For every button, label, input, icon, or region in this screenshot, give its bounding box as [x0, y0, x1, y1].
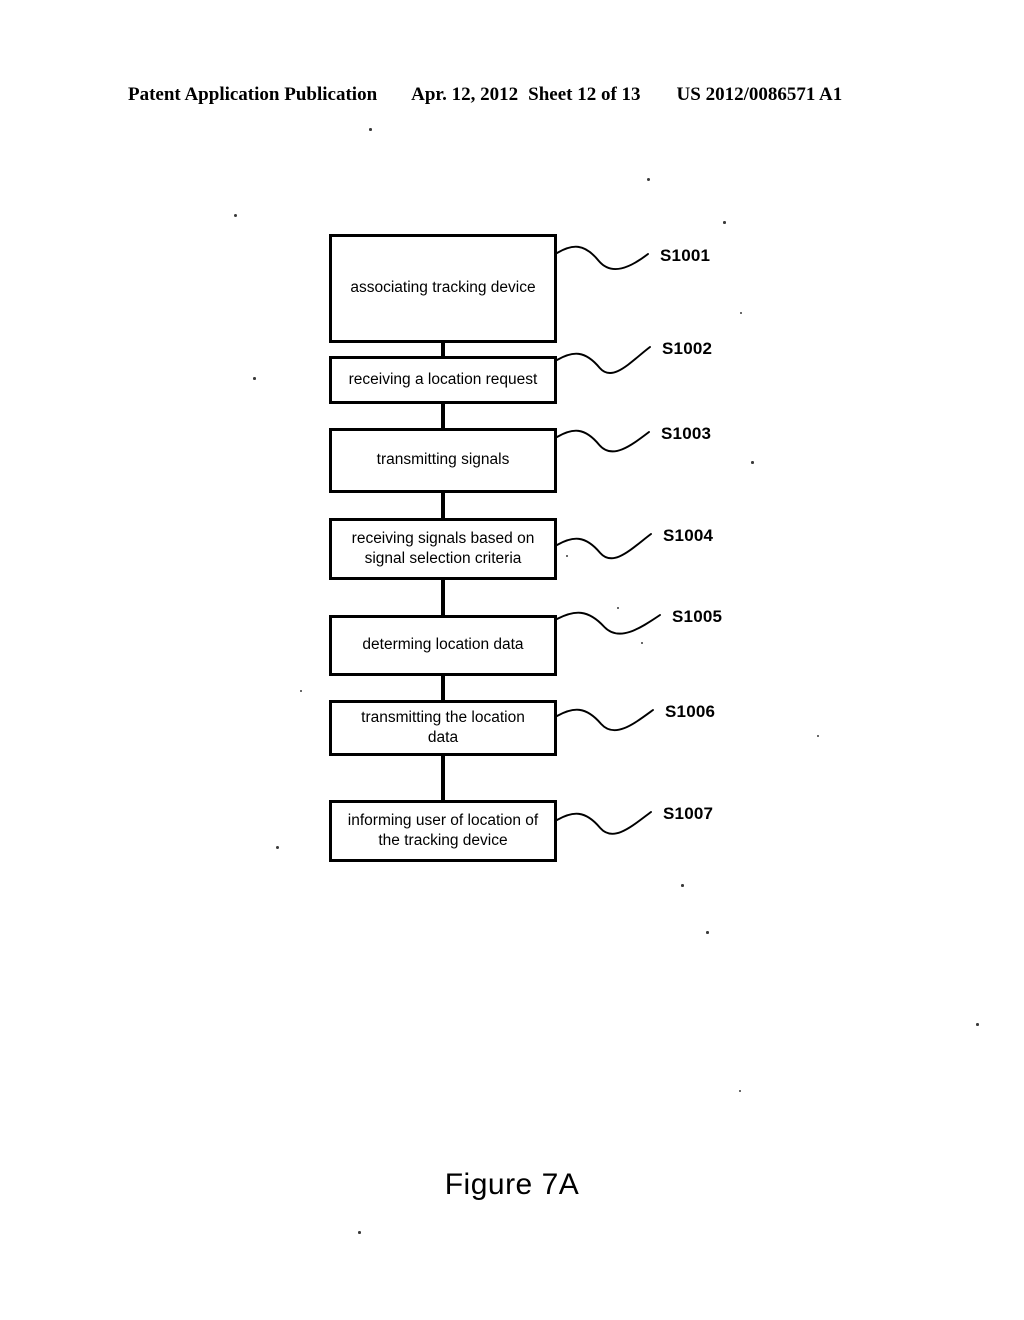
flow-step-label: receiving a location request	[348, 370, 538, 388]
flow-step-box: receiving a location request	[329, 356, 557, 404]
flow-step-box: transmitting the location data	[329, 700, 557, 756]
scan-speckle	[751, 461, 754, 464]
flow-step-label: determing location data	[362, 636, 524, 654]
flow-connector	[441, 676, 445, 700]
flow-step-box: informing user of location of the tracki…	[329, 800, 557, 862]
scan-speckle	[617, 607, 619, 609]
scan-speckle	[566, 555, 568, 557]
flow-leader-line	[557, 811, 652, 835]
flow-connector	[441, 493, 445, 518]
flow-step-reference: S1001	[660, 246, 711, 265]
flow-leader-line	[557, 611, 661, 635]
flow-step-box: determing location data	[329, 615, 557, 676]
flow-connector	[441, 404, 445, 428]
flow-step-reference: S1004	[663, 526, 714, 545]
figure-caption: Figure 7A	[444, 1168, 580, 1201]
scan-speckle	[641, 642, 643, 644]
flow-leader-line	[557, 346, 651, 374]
scan-speckle	[706, 931, 709, 934]
flow-step-label: associating tracking device	[350, 279, 536, 297]
flow-leader-line	[557, 708, 654, 732]
scan-speckle	[817, 735, 819, 737]
scan-speckle	[740, 312, 742, 314]
flow-step-box: receiving signals based on signal select…	[329, 518, 557, 580]
flow-step-reference: S1002	[662, 339, 713, 358]
flow-leader-line	[557, 533, 652, 560]
flow-leader-line	[557, 245, 649, 271]
flow-step-box: transmitting signals	[329, 428, 557, 493]
scan-speckle	[739, 1090, 741, 1092]
scan-speckle	[276, 846, 279, 849]
scan-speckle	[300, 690, 302, 692]
scan-speckle	[369, 128, 372, 131]
scan-speckle	[647, 178, 650, 181]
flow-connector	[441, 756, 445, 800]
flow-step-box: associating tracking device	[329, 234, 557, 343]
flow-step-reference: S1005	[672, 607, 723, 626]
scan-speckle	[358, 1231, 361, 1234]
flow-step-label: informing user of location of the tracki…	[347, 811, 539, 849]
scan-speckle	[253, 377, 256, 380]
flow-step-reference: S1007	[663, 804, 714, 823]
scan-speckle	[681, 884, 684, 887]
scan-speckle	[723, 221, 726, 224]
flow-leader-line	[557, 429, 650, 453]
flow-connector	[441, 343, 445, 356]
flow-step-label: receiving signals based on signal select…	[351, 529, 535, 567]
flow-step-reference: S1003	[661, 424, 712, 443]
patent-page: Patent Application Publication Apr. 12, …	[0, 0, 1024, 1320]
flowchart: associating tracking device S1001 receivin…	[0, 0, 1024, 1320]
flow-step-reference: S1006	[665, 702, 716, 721]
flow-step-label: transmitting signals	[376, 451, 510, 469]
scan-speckle	[234, 214, 237, 217]
flow-step-label: transmitting the location data	[361, 708, 525, 746]
flow-connector	[441, 580, 445, 615]
scan-speckle	[976, 1023, 979, 1026]
